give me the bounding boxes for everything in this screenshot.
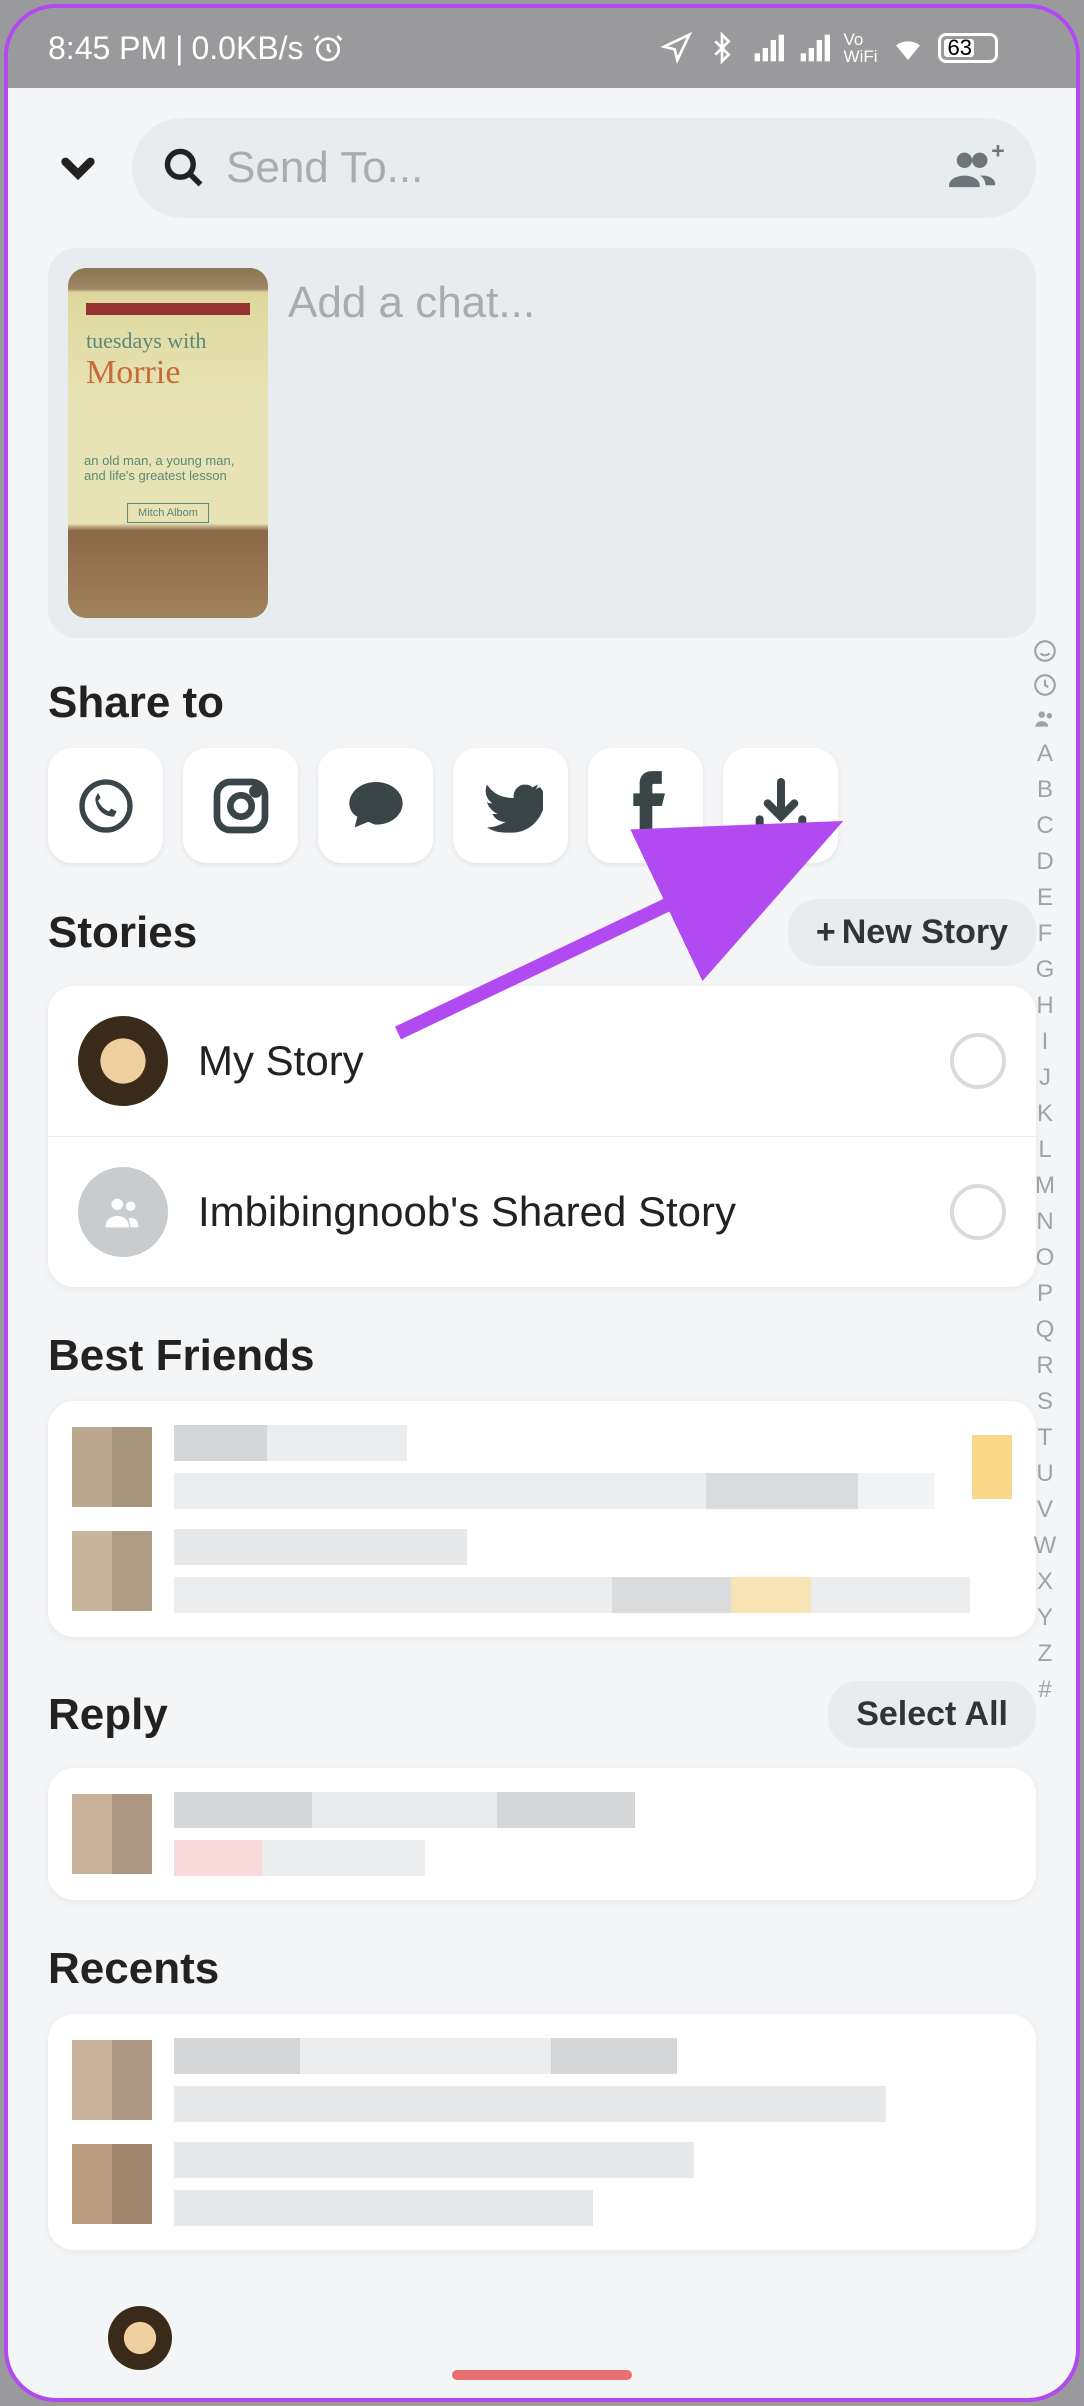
bitmoji-avatar bbox=[78, 1016, 168, 1106]
index-letter[interactable]: C bbox=[1036, 812, 1053, 840]
reply-avatar bbox=[72, 1794, 152, 1874]
index-letter[interactable]: G bbox=[1036, 956, 1055, 984]
alpha-index-rail[interactable]: A B C D E F G H I J K L M N O P Q R S T … bbox=[1032, 638, 1058, 2278]
new-story-button[interactable]: + New Story bbox=[788, 899, 1036, 966]
recents-title: Recents bbox=[48, 1944, 219, 1994]
book-line2: Morrie bbox=[86, 354, 180, 391]
recent-row[interactable] bbox=[72, 2142, 1012, 2226]
group-avatar bbox=[78, 1167, 168, 1257]
index-letter[interactable]: D bbox=[1036, 848, 1053, 876]
share-twitter[interactable] bbox=[453, 748, 568, 863]
index-letter[interactable]: V bbox=[1037, 1496, 1053, 1524]
index-letter[interactable]: W bbox=[1034, 1532, 1057, 1560]
recents-card bbox=[48, 2014, 1036, 2250]
reply-row[interactable] bbox=[72, 1792, 1012, 1876]
reply-card bbox=[48, 1768, 1036, 1900]
friend-row[interactable] bbox=[72, 1529, 1012, 1613]
collapse-button[interactable] bbox=[48, 138, 108, 198]
recent-avatar bbox=[72, 2040, 152, 2120]
stories-card: My Story Imbibingnoob's Shared Story bbox=[48, 986, 1036, 1287]
status-bar: 8:45 PM | 0.0KB/s Vo WiFi 63 bbox=[8, 8, 1076, 88]
reply-title: Reply bbox=[48, 1690, 168, 1740]
index-letter[interactable]: M bbox=[1035, 1172, 1055, 1200]
bitmoji-footer-avatar[interactable] bbox=[108, 2306, 172, 2370]
index-letter[interactable]: A bbox=[1037, 740, 1053, 768]
bluetooth-icon bbox=[706, 32, 738, 64]
friend-avatar bbox=[72, 1531, 152, 1611]
shared-story-radio[interactable] bbox=[950, 1184, 1006, 1240]
share-download[interactable] bbox=[723, 748, 838, 863]
emoji-icon[interactable] bbox=[1032, 638, 1058, 664]
stories-title: Stories bbox=[48, 908, 197, 958]
status-separator: | bbox=[175, 30, 183, 67]
index-letter[interactable]: L bbox=[1038, 1136, 1051, 1164]
search-input[interactable]: Send To... + bbox=[132, 118, 1036, 218]
my-story-radio[interactable] bbox=[950, 1033, 1006, 1089]
friend-row[interactable] bbox=[72, 1425, 1012, 1509]
index-letter[interactable]: X bbox=[1037, 1568, 1053, 1596]
location-icon bbox=[660, 32, 692, 64]
index-letter[interactable]: Z bbox=[1038, 1640, 1053, 1668]
index-letter[interactable]: E bbox=[1037, 884, 1053, 912]
share-facebook[interactable] bbox=[588, 748, 703, 863]
best-friends-card bbox=[48, 1401, 1036, 1637]
index-letter[interactable]: T bbox=[1038, 1424, 1053, 1452]
people-icon[interactable] bbox=[1032, 706, 1058, 732]
chat-input-placeholder[interactable]: Add a chat... bbox=[288, 268, 535, 618]
best-friends-title: Best Friends bbox=[48, 1331, 315, 1381]
signal-icon-2 bbox=[798, 32, 830, 64]
index-letter[interactable]: Q bbox=[1036, 1316, 1055, 1344]
index-letter[interactable]: B bbox=[1037, 776, 1053, 804]
index-letter[interactable]: N bbox=[1036, 1208, 1053, 1236]
index-letter[interactable]: # bbox=[1038, 1676, 1051, 1704]
plus-icon: + bbox=[816, 913, 836, 952]
index-letter[interactable]: I bbox=[1042, 1028, 1049, 1056]
share-to-title: Share to bbox=[48, 678, 224, 728]
clock-icon[interactable] bbox=[1032, 672, 1058, 698]
share-row bbox=[48, 748, 1036, 863]
home-indicator[interactable] bbox=[452, 2370, 632, 2380]
add-group-button[interactable]: + bbox=[942, 143, 1006, 193]
index-letter[interactable]: H bbox=[1036, 992, 1053, 1020]
chat-card[interactable]: tuesdays withMorrie an old man, a young … bbox=[48, 248, 1036, 638]
new-story-label: New Story bbox=[842, 913, 1008, 952]
index-letter[interactable]: S bbox=[1037, 1388, 1053, 1416]
book-author: Mitch Albom bbox=[127, 503, 209, 523]
share-whatsapp[interactable] bbox=[48, 748, 163, 863]
status-time: 8:45 PM bbox=[48, 30, 167, 67]
device-screen: 8:45 PM | 0.0KB/s Vo WiFi 63 Send To. bbox=[8, 8, 1076, 2398]
vowifi-label: Vo WiFi bbox=[844, 31, 878, 65]
book-line1: tuesdays with bbox=[86, 328, 206, 353]
index-letter[interactable]: Y bbox=[1037, 1604, 1053, 1632]
book-subtitle: an old man, a young man, and life's grea… bbox=[84, 453, 234, 483]
streak-badge bbox=[972, 1435, 1012, 1499]
share-chat[interactable] bbox=[318, 748, 433, 863]
recent-row[interactable] bbox=[72, 2038, 1012, 2122]
index-letter[interactable]: U bbox=[1036, 1460, 1053, 1488]
search-icon bbox=[162, 146, 206, 190]
shared-story-label: Imbibingnoob's Shared Story bbox=[198, 1188, 920, 1236]
my-story-row[interactable]: My Story bbox=[48, 986, 1036, 1137]
index-letter[interactable]: J bbox=[1039, 1064, 1051, 1092]
wifi-icon bbox=[892, 32, 924, 64]
index-letter[interactable]: O bbox=[1036, 1244, 1055, 1272]
select-all-button[interactable]: Select All bbox=[828, 1681, 1036, 1748]
recent-avatar bbox=[72, 2144, 152, 2224]
shared-story-row[interactable]: Imbibingnoob's Shared Story bbox=[48, 1137, 1036, 1287]
status-net-speed: 0.0KB/s bbox=[191, 30, 303, 67]
share-instagram[interactable] bbox=[183, 748, 298, 863]
battery-pct: 63 bbox=[948, 35, 972, 61]
index-letter[interactable]: R bbox=[1036, 1352, 1053, 1380]
index-letter[interactable]: P bbox=[1037, 1280, 1053, 1308]
svg-text:+: + bbox=[991, 145, 1004, 163]
my-story-label: My Story bbox=[198, 1037, 920, 1085]
index-letter[interactable]: K bbox=[1037, 1100, 1053, 1128]
signal-icon-1 bbox=[752, 32, 784, 64]
index-letter[interactable]: F bbox=[1038, 920, 1053, 948]
alarm-icon bbox=[312, 32, 344, 64]
friend-avatar bbox=[72, 1427, 152, 1507]
search-placeholder: Send To... bbox=[226, 143, 423, 193]
snap-thumbnail[interactable]: tuesdays withMorrie an old man, a young … bbox=[68, 268, 268, 618]
